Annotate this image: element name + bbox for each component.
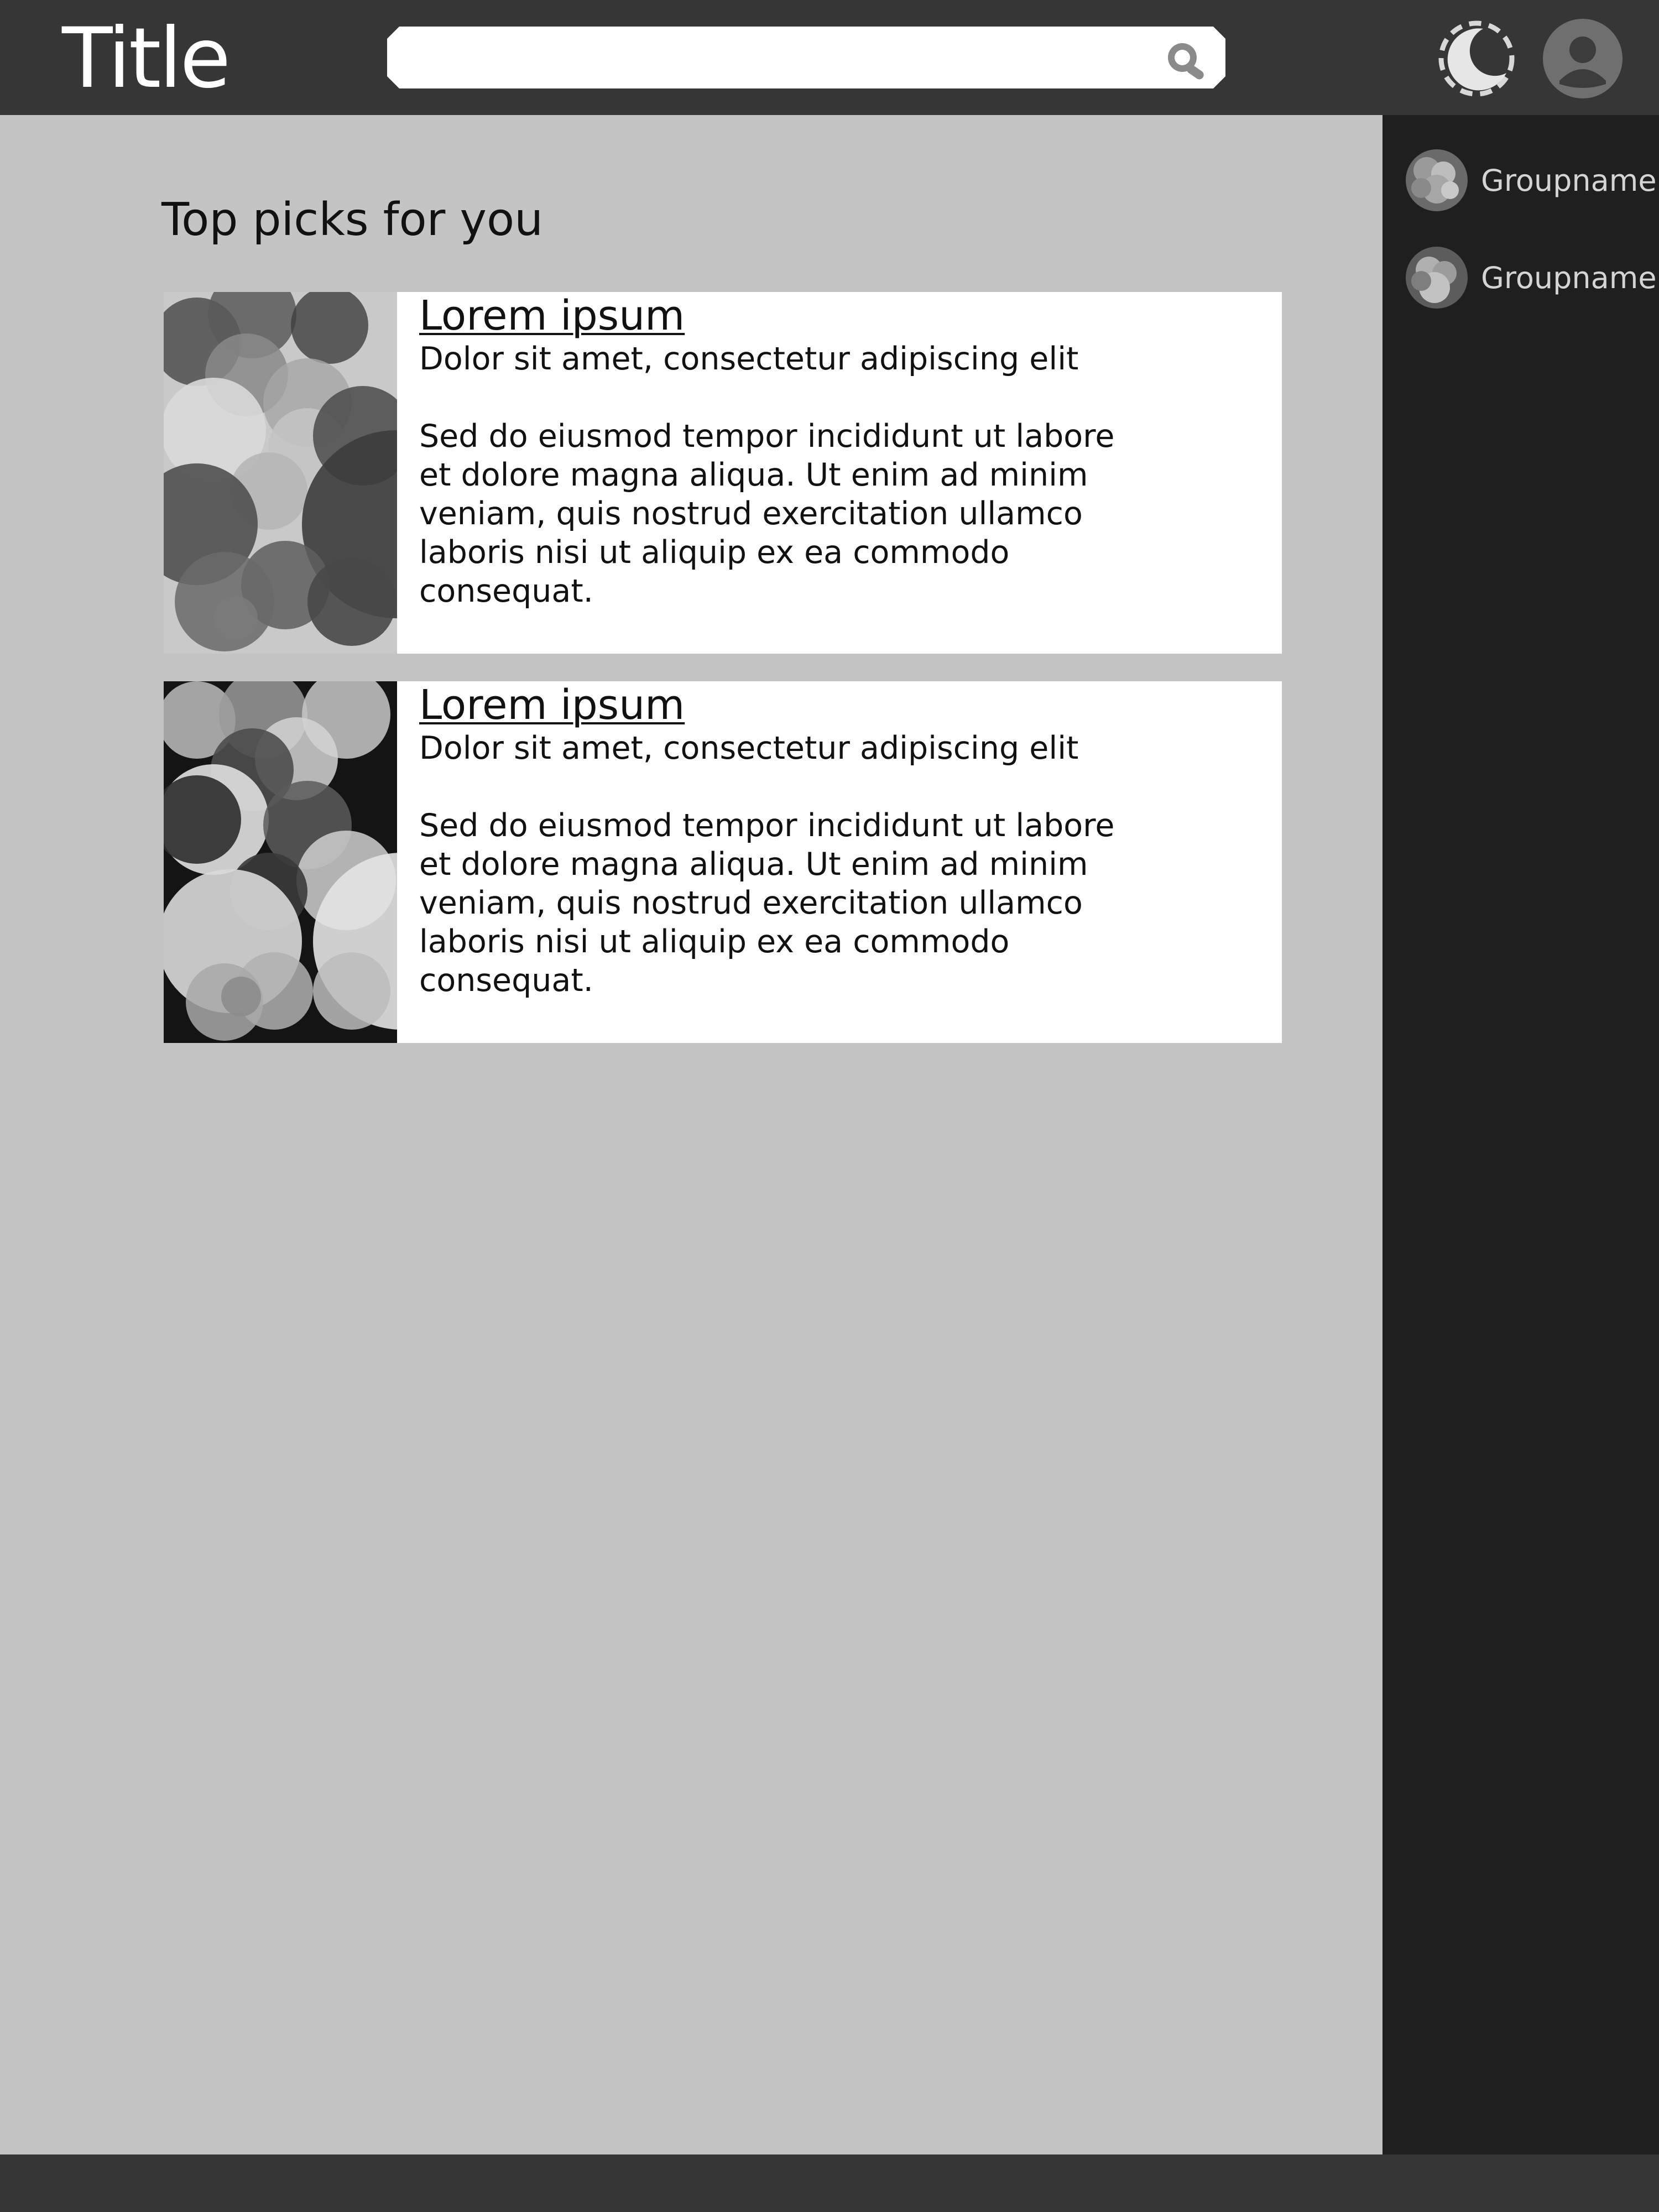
search-bar[interactable] [387,27,1225,88]
card-subtitle: Dolor sit amet, consectetur adipiscing e… [419,341,1079,377]
card-title-link[interactable]: Lorem ipsum [419,681,685,729]
sidebar-group-label: Groupname [1481,260,1657,295]
card-thumbnail [164,681,397,1043]
card-thumbnail [164,292,397,654]
groups-sidebar: Groupname Groupname [1383,115,1659,2154]
card-body: Lorem ipsum Dolor sit amet, consectetur … [419,681,1138,1000]
search-icon[interactable] [1161,39,1211,80]
moon-icon[interactable] [1438,20,1515,97]
section-title: Top picks for you [161,194,544,246]
card-body: Lorem ipsum Dolor sit amet, consectetur … [419,292,1138,611]
group-avatar-icon [1406,247,1468,309]
card-description: Sed do eiusmod tempor incididunt ut labo… [419,418,1115,609]
sidebar-group-item[interactable]: Groupname [1405,147,1657,213]
card-subtitle: Dolor sit amet, consectetur adipiscing e… [419,730,1079,766]
sidebar-group-label: Groupname [1481,163,1657,198]
search-input[interactable] [409,38,1161,77]
card-title-link[interactable]: Lorem ipsum [419,292,685,340]
sidebar-group-item[interactable]: Groupname [1405,244,1657,311]
group-avatar-icon [1406,149,1468,211]
content-card[interactable]: Lorem ipsum Dolor sit amet, consectetur … [164,292,1282,654]
bottom-bar [0,2154,1659,2212]
app-title: Title [62,11,231,107]
user-avatar-icon[interactable] [1543,19,1623,98]
top-bar: Title [0,0,1659,115]
card-description: Sed do eiusmod tempor incididunt ut labo… [419,807,1115,999]
content-card[interactable]: Lorem ipsum Dolor sit amet, consectetur … [164,681,1282,1043]
